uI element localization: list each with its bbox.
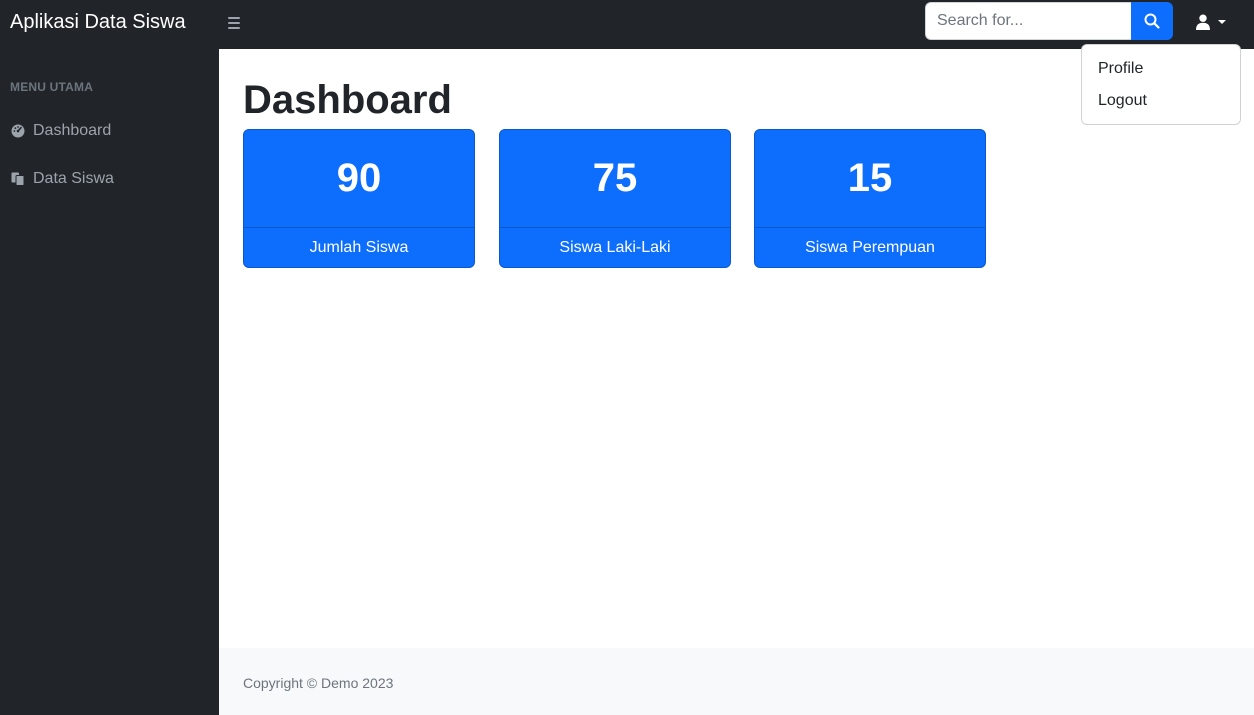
user-dropdown-menu: Profile Logout bbox=[1081, 44, 1241, 125]
sidebar-toggle-button[interactable] bbox=[224, 12, 244, 32]
search-input[interactable] bbox=[925, 2, 1131, 40]
stat-label: Siswa Laki-Laki bbox=[500, 227, 730, 267]
chevron-down-icon bbox=[1218, 20, 1226, 24]
sidebar-heading: MENU UTAMA bbox=[10, 80, 94, 94]
dropdown-item-logout[interactable]: Logout bbox=[1082, 85, 1240, 117]
tachometer-icon bbox=[10, 123, 26, 139]
sidebar-item-dashboard[interactable]: Dashboard bbox=[10, 119, 111, 143]
search-form bbox=[925, 2, 1173, 40]
stat-card-siswa-perempuan: 15 Siswa Perempuan bbox=[754, 129, 986, 268]
stat-card-siswa-laki-laki: 75 Siswa Laki-Laki bbox=[499, 129, 731, 268]
stat-value: 90 bbox=[336, 156, 382, 200]
menu-icon-bar bbox=[228, 27, 240, 29]
page-title: Dashboard bbox=[243, 78, 452, 122]
user-icon bbox=[1196, 14, 1210, 30]
sidebar-item-data-siswa[interactable]: Data Siswa bbox=[10, 167, 114, 191]
user-menu-toggle[interactable] bbox=[1196, 10, 1238, 34]
sidebar-item-label: Dashboard bbox=[33, 122, 112, 139]
top-navbar: Aplikasi Data Siswa bbox=[0, 0, 1254, 49]
sidebar: MENU UTAMA Dashboard Data Siswa bbox=[0, 49, 219, 715]
search-icon bbox=[1144, 13, 1160, 29]
menu-icon bbox=[228, 17, 240, 19]
menu-icon-bar bbox=[228, 22, 240, 24]
copy-icon bbox=[10, 171, 26, 187]
stat-label: Jumlah Siswa bbox=[244, 227, 474, 267]
sidebar-item-label: Data Siswa bbox=[33, 170, 114, 187]
copyright-text: Copyright © Demo 2023 bbox=[243, 675, 394, 691]
stat-card-jumlah-siswa: 90 Jumlah Siswa bbox=[243, 129, 475, 268]
main-content: Dashboard 90 Jumlah Siswa 75 Siswa Laki-… bbox=[219, 49, 1254, 648]
brand-title[interactable]: Aplikasi Data Siswa bbox=[10, 10, 186, 34]
stat-value: 75 bbox=[592, 156, 638, 200]
stat-value: 15 bbox=[847, 156, 893, 200]
stat-label: Siswa Perempuan bbox=[755, 227, 985, 267]
search-button[interactable] bbox=[1131, 2, 1173, 40]
page-footer: Copyright © Demo 2023 bbox=[219, 648, 1254, 715]
dropdown-item-profile[interactable]: Profile bbox=[1082, 53, 1240, 85]
